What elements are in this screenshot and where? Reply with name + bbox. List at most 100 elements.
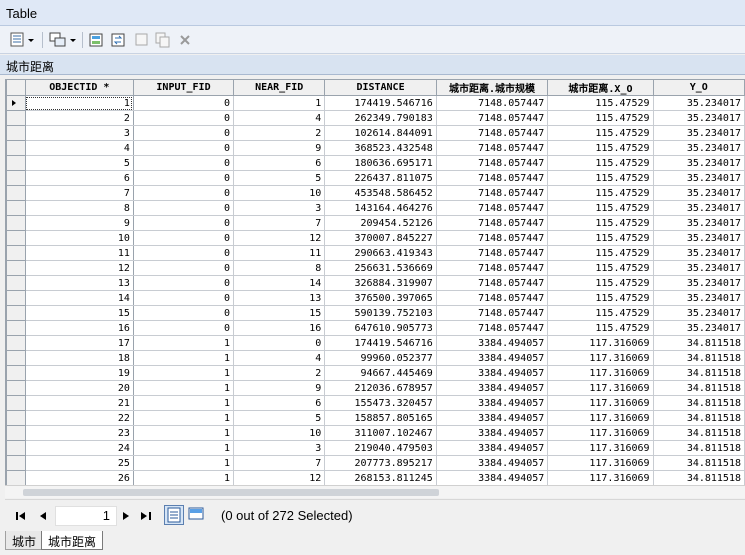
current-record-input[interactable]: 1: [55, 506, 117, 526]
table-cell[interactable]: 20: [24, 380, 134, 396]
table-cell[interactable]: 0: [132, 170, 235, 186]
table-row[interactable]: 8 0 3 143164.464276 7148.057447 115.47529 35.2…: [6, 200, 745, 216]
table-cell[interactable]: 7148.057447: [435, 200, 549, 216]
table-cell[interactable]: 368523.432548: [324, 140, 437, 156]
row-selector[interactable]: [6, 455, 26, 471]
table-cell[interactable]: 16: [24, 320, 134, 336]
table-cell[interactable]: 262349.790183: [324, 110, 437, 126]
table-row[interactable]: 5 0 6 180636.695171 7148.057447 115.47529 35.2…: [6, 155, 745, 171]
table-row[interactable]: 3 0 2 102614.844091 7148.057447 115.47529 35.2…: [6, 125, 745, 141]
table-cell[interactable]: 35.234017: [652, 230, 745, 246]
delete-selected-button[interactable]: [177, 30, 193, 50]
row-selector[interactable]: [6, 185, 26, 201]
table-cell[interactable]: 5: [24, 155, 134, 171]
table-cell[interactable]: 9: [233, 140, 326, 156]
tab-city-distance[interactable]: 城市距离: [41, 531, 104, 550]
row-selector[interactable]: [6, 275, 26, 291]
table-cell[interactable]: 34.811518: [652, 380, 745, 396]
table-cell[interactable]: 25: [24, 455, 134, 471]
table-cell[interactable]: 1: [132, 425, 235, 441]
previous-record-button[interactable]: [36, 509, 50, 523]
table-cell[interactable]: 3384.494057: [435, 425, 549, 441]
table-cell[interactable]: 0: [132, 155, 235, 171]
table-cell[interactable]: 21: [24, 395, 134, 411]
table-cell[interactable]: 35.234017: [652, 110, 745, 126]
table-cell[interactable]: 3384.494057: [435, 365, 549, 381]
table-cell[interactable]: 180636.695171: [324, 155, 437, 171]
table-cell[interactable]: 7: [233, 215, 326, 231]
table-cell[interactable]: 1: [132, 335, 235, 351]
table-cell[interactable]: 8: [24, 200, 134, 216]
table-cell[interactable]: 115.47529: [547, 95, 654, 111]
table-cell[interactable]: 34.811518: [652, 335, 745, 351]
table-cell[interactable]: 3384.494057: [435, 335, 549, 351]
row-selector[interactable]: [6, 215, 26, 231]
table-row[interactable]: 11 0 11 290663.419343 7148.057447 115.47529 35…: [6, 245, 745, 261]
table-cell[interactable]: 311007.102467: [324, 425, 437, 441]
attribute-table-grid[interactable]: OBJECTID * INPUT_FID NEAR_FID DISTANCE 城…: [5, 79, 745, 485]
table-cell[interactable]: 115.47529: [547, 200, 654, 216]
table-cell[interactable]: 7: [24, 185, 134, 201]
row-selector[interactable]: [6, 335, 26, 351]
table-cell[interactable]: 17: [24, 335, 134, 351]
table-cell[interactable]: 7148.057447: [435, 125, 549, 141]
row-selector-header[interactable]: [6, 79, 26, 96]
table-cell[interactable]: 35.234017: [652, 245, 745, 261]
table-cell[interactable]: 7: [233, 455, 326, 471]
first-record-button[interactable]: [14, 509, 28, 523]
table-cell[interactable]: 117.316069: [547, 395, 654, 411]
table-cell[interactable]: 6: [233, 155, 326, 171]
table-cell[interactable]: 115.47529: [547, 140, 654, 156]
table-cell[interactable]: 115.47529: [547, 170, 654, 186]
row-selector[interactable]: [6, 260, 26, 276]
table-cell[interactable]: 34.811518: [652, 440, 745, 456]
table-cell[interactable]: 4: [24, 140, 134, 156]
table-cell[interactable]: 1: [132, 365, 235, 381]
table-cell[interactable]: 35.234017: [652, 185, 745, 201]
table-cell[interactable]: 3384.494057: [435, 380, 549, 396]
row-selector[interactable]: [6, 320, 26, 336]
row-selector[interactable]: [6, 170, 26, 186]
table-row[interactable]: 12 0 8 256631.536669 7148.057447 115.47529 35.…: [6, 260, 745, 276]
show-all-records-button[interactable]: [164, 505, 184, 525]
table-cell[interactable]: 647610.905773: [324, 320, 437, 336]
table-cell[interactable]: 117.316069: [547, 365, 654, 381]
table-cell[interactable]: 15: [24, 305, 134, 321]
table-cell[interactable]: 219040.479503: [324, 440, 437, 456]
table-cell[interactable]: 1: [132, 410, 235, 426]
table-cell[interactable]: 8: [233, 260, 326, 276]
table-cell[interactable]: 2: [233, 125, 326, 141]
table-row[interactable]: 18 1 4 99960.052377 3384.494057 117.316069 34.…: [6, 350, 745, 366]
table-cell[interactable]: 174419.546716: [324, 95, 437, 111]
table-cell[interactable]: 35.234017: [652, 275, 745, 291]
table-cell[interactable]: 212036.678957: [324, 380, 437, 396]
next-record-button[interactable]: [119, 509, 133, 523]
table-cell[interactable]: 0: [132, 260, 235, 276]
table-cell[interactable]: 9: [24, 215, 134, 231]
table-options-button[interactable]: [9, 30, 37, 50]
last-record-button[interactable]: [139, 509, 153, 523]
table-cell[interactable]: 1: [132, 380, 235, 396]
table-cell[interactable]: 0: [233, 335, 326, 351]
row-selector[interactable]: [6, 110, 26, 126]
table-cell[interactable]: 34.811518: [652, 395, 745, 411]
table-cell[interactable]: 15: [233, 305, 326, 321]
table-cell[interactable]: 0: [132, 200, 235, 216]
table-cell[interactable]: 7148.057447: [435, 155, 549, 171]
switch-selection-button[interactable]: [110, 30, 128, 50]
table-cell[interactable]: 143164.464276: [324, 200, 437, 216]
table-cell[interactable]: 590139.752103: [324, 305, 437, 321]
table-row[interactable]: 2 0 4 262349.790183 7148.057447 115.47529 35.2…: [6, 110, 745, 126]
table-cell[interactable]: 14: [24, 290, 134, 306]
table-cell[interactable]: 22: [24, 410, 134, 426]
table-row[interactable]: 4 0 9 368523.432548 7148.057447 115.47529 35.2…: [6, 140, 745, 156]
table-cell[interactable]: 115.47529: [547, 320, 654, 336]
table-cell[interactable]: 13: [233, 290, 326, 306]
table-cell[interactable]: 2: [233, 365, 326, 381]
column-header-distance[interactable]: DISTANCE: [324, 79, 437, 96]
row-selector[interactable]: [6, 290, 26, 306]
table-row[interactable]: 6 0 5 226437.811075 7148.057447 115.47529 35.2…: [6, 170, 745, 186]
row-selector[interactable]: [6, 365, 26, 381]
table-cell[interactable]: 7148.057447: [435, 170, 549, 186]
table-cell[interactable]: 34.811518: [652, 425, 745, 441]
